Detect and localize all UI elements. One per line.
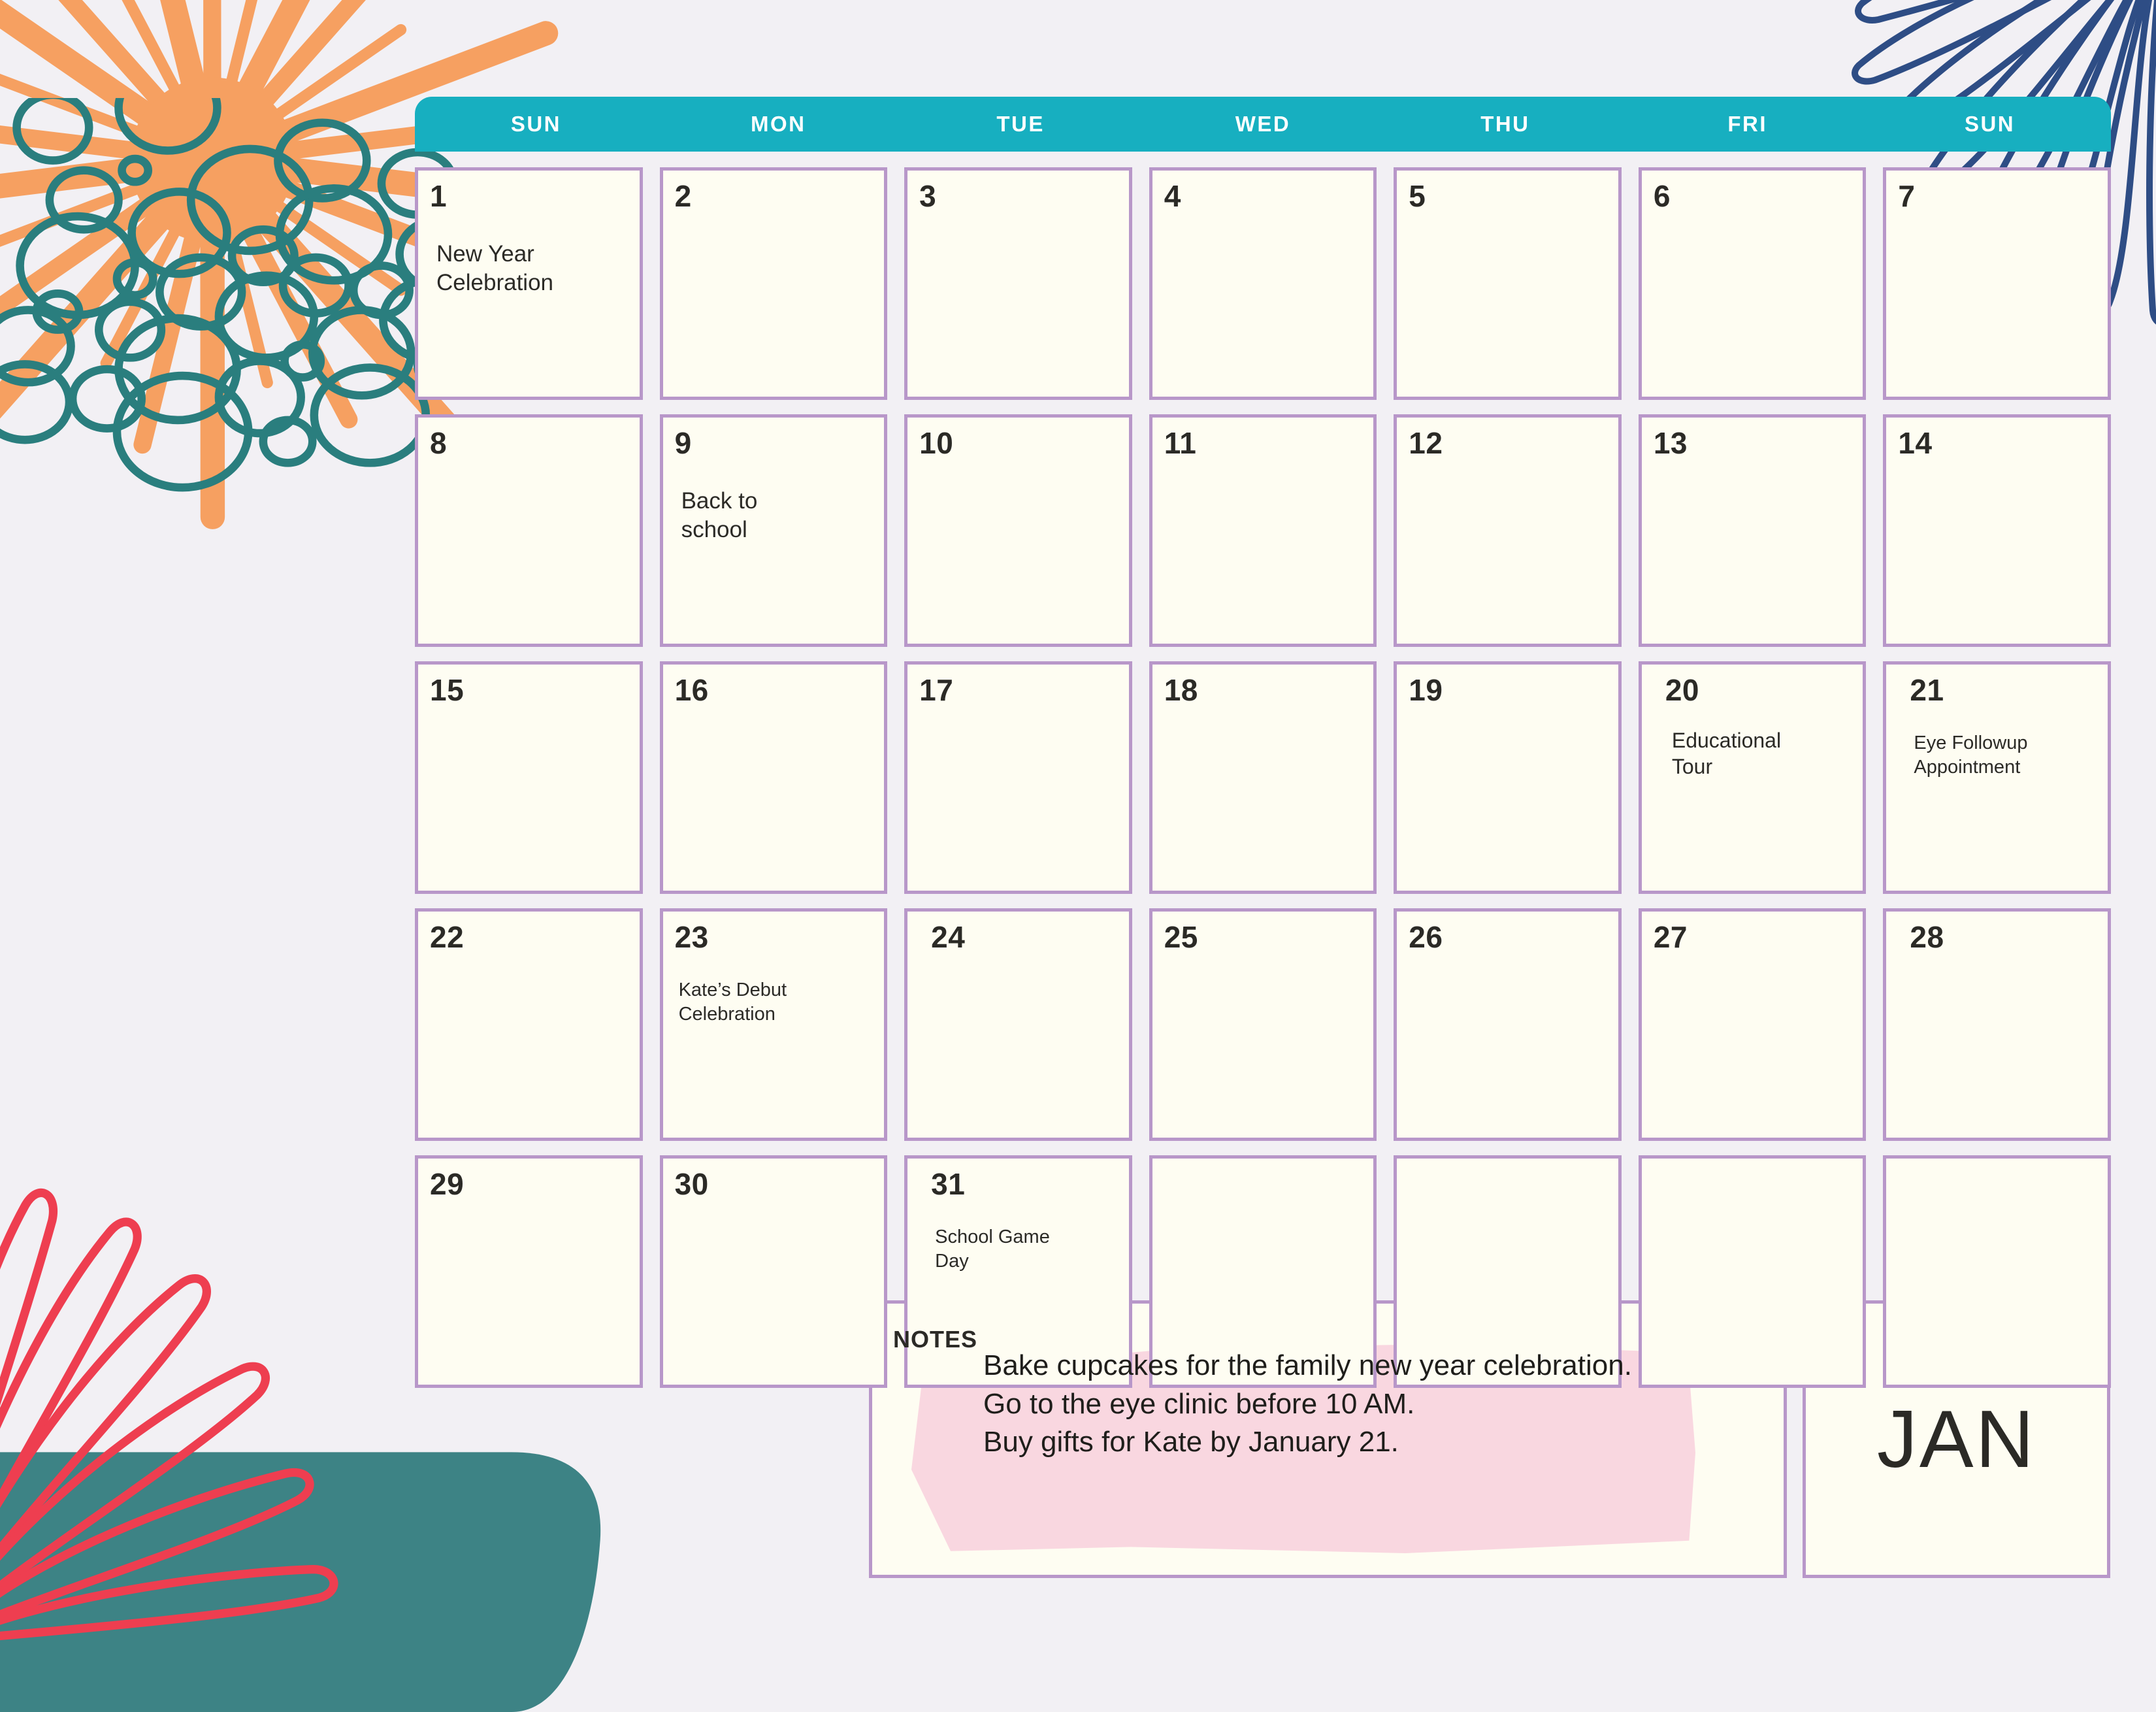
- day-cell[interactable]: 15: [415, 661, 643, 894]
- day-cell[interactable]: 25: [1149, 908, 1377, 1141]
- notes-label: NOTES: [893, 1326, 977, 1353]
- day-cell[interactable]: 18: [1149, 661, 1377, 894]
- day-number: 9: [675, 428, 873, 458]
- day-number: 3: [919, 181, 1117, 211]
- weekday-header-2: TUE: [900, 112, 1142, 137]
- day-event-text[interactable]: New Year Celebration: [430, 240, 628, 297]
- teal-circles-icon: [0, 98, 477, 640]
- day-number: 27: [1654, 922, 1852, 952]
- day-cell[interactable]: 20 Educational Tour: [1639, 661, 1867, 894]
- day-cell[interactable]: 8: [415, 414, 643, 647]
- day-cell[interactable]: 3: [904, 167, 1132, 400]
- day-number: 23: [675, 922, 873, 952]
- day-cell[interactable]: [1883, 1155, 2111, 1388]
- day-number: 10: [919, 428, 1117, 458]
- weekday-header-6: SUN: [1869, 112, 2111, 137]
- day-cell[interactable]: 24: [904, 908, 1132, 1141]
- day-number: 29: [430, 1169, 628, 1199]
- day-number: 26: [1409, 922, 1607, 952]
- day-number: 12: [1409, 428, 1607, 458]
- day-number: 2: [675, 181, 873, 211]
- day-number: 21: [1910, 675, 2096, 705]
- weekday-header-3: WED: [1142, 112, 1384, 137]
- day-event-text[interactable]: Back to school: [675, 487, 873, 544]
- day-number: 17: [919, 675, 1117, 705]
- day-cell[interactable]: 17: [904, 661, 1132, 894]
- day-cell[interactable]: 28: [1883, 908, 2111, 1141]
- day-cell[interactable]: 4: [1149, 167, 1377, 400]
- day-number: 14: [1898, 428, 2096, 458]
- day-cell[interactable]: 23 Kate’s Debut Celebration: [660, 908, 888, 1141]
- day-number: 19: [1409, 675, 1607, 705]
- day-number: 4: [1164, 181, 1362, 211]
- day-number: 5: [1409, 181, 1607, 211]
- day-number: 30: [675, 1169, 873, 1199]
- day-cell[interactable]: 21 Eye Followup Appointment: [1883, 661, 2111, 894]
- day-cell[interactable]: 14: [1883, 414, 2111, 647]
- day-number: 20: [1665, 675, 1852, 705]
- day-number: 18: [1164, 675, 1362, 705]
- day-number: 11: [1164, 428, 1362, 458]
- day-cell[interactable]: 5: [1394, 167, 1622, 400]
- day-number: 25: [1164, 922, 1362, 952]
- day-number: 24: [931, 922, 1117, 952]
- day-cell[interactable]: 2: [660, 167, 888, 400]
- red-fan-leaf-icon: [0, 1098, 457, 1673]
- monthly-calendar: SUN MON TUE WED THU FRI SUN 1 New Year Ce…: [415, 97, 2111, 1388]
- month-label: JAN: [1877, 1399, 2036, 1480]
- weekday-header-bar: SUN MON TUE WED THU FRI SUN: [415, 97, 2111, 152]
- day-grid: 1New Year Celebration23456789Back to sch…: [415, 167, 2111, 1388]
- day-event-text[interactable]: Educational Tour: [1665, 727, 1852, 780]
- day-number: 8: [430, 428, 628, 458]
- day-cell[interactable]: 29: [415, 1155, 643, 1388]
- day-event-text[interactable]: School Game Day: [931, 1225, 1117, 1273]
- notes-text[interactable]: Bake cupcakes for the family new year ce…: [983, 1347, 1754, 1462]
- day-event-text[interactable]: Kate’s Debut Celebration: [675, 978, 873, 1026]
- weekday-header-1: MON: [657, 112, 900, 137]
- day-cell[interactable]: 6: [1639, 167, 1867, 400]
- day-number: 28: [1910, 922, 2096, 952]
- day-cell[interactable]: 9 Back to school: [660, 414, 888, 647]
- day-cell[interactable]: 30: [660, 1155, 888, 1388]
- day-cell[interactable]: 22: [415, 908, 643, 1141]
- day-cell[interactable]: 10: [904, 414, 1132, 647]
- day-cell[interactable]: 12: [1394, 414, 1622, 647]
- day-event-text[interactable]: Eye Followup Appointment: [1910, 731, 2096, 779]
- day-number: 31: [931, 1169, 1117, 1199]
- day-number: 16: [675, 675, 873, 705]
- day-number: 6: [1654, 181, 1852, 211]
- day-number: 13: [1654, 428, 1852, 458]
- weekday-header-5: FRI: [1626, 112, 1869, 137]
- day-number: 1: [430, 181, 628, 211]
- weekday-header-4: THU: [1384, 112, 1626, 137]
- teal-pot-icon: [0, 1438, 627, 1712]
- day-number: 15: [430, 675, 628, 705]
- day-cell[interactable]: 26: [1394, 908, 1622, 1141]
- day-number: 22: [430, 922, 628, 952]
- day-cell[interactable]: 19: [1394, 661, 1622, 894]
- day-cell[interactable]: 13: [1639, 414, 1867, 647]
- day-cell[interactable]: 27: [1639, 908, 1867, 1141]
- day-cell[interactable]: 11: [1149, 414, 1377, 647]
- weekday-header-0: SUN: [415, 112, 657, 137]
- day-cell[interactable]: 7: [1883, 167, 2111, 400]
- day-cell[interactable]: 16: [660, 661, 888, 894]
- day-cell[interactable]: 1 New Year Celebration: [415, 167, 643, 400]
- day-number: 7: [1898, 181, 2096, 211]
